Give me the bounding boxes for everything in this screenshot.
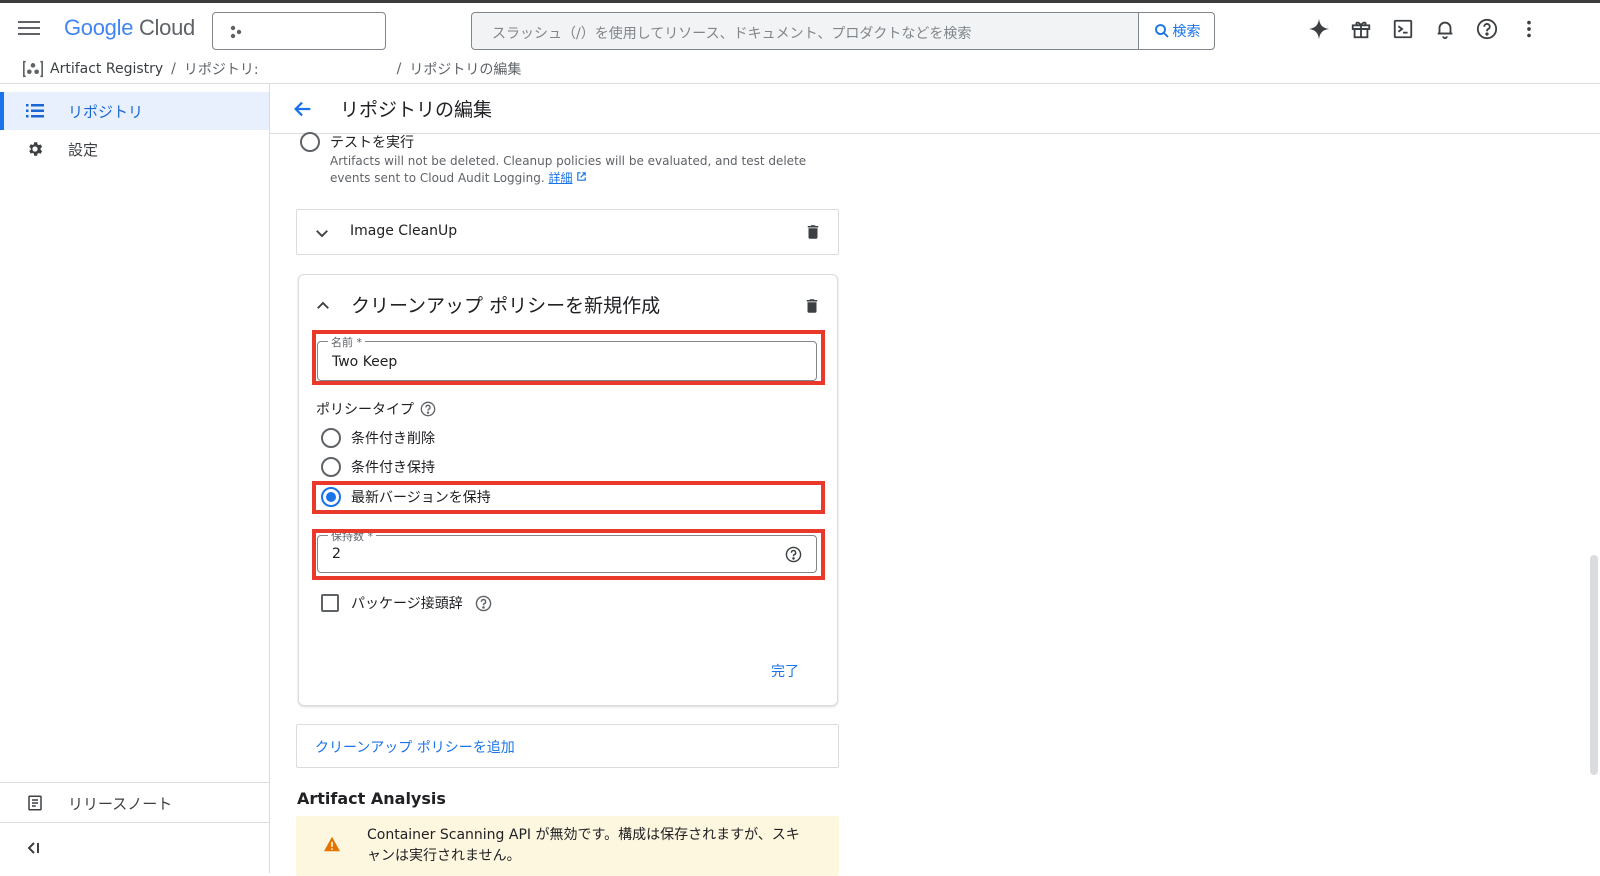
gear-icon — [26, 140, 44, 158]
highlight-name-field — [312, 330, 825, 385]
highlight-keep-latest — [312, 481, 825, 514]
page-title: リポジトリの編集 — [340, 99, 493, 121]
policy-type-heading: ポリシータイプ — [316, 399, 436, 419]
search-bar[interactable]: スラッシュ（/）を使用してリソース、ドキュメント、プロダクトなどを検索 検索 — [471, 12, 1215, 50]
policy-card-collapsed[interactable]: Image CleanUp — [296, 209, 839, 255]
learn-more-link[interactable]: 詳細 — [549, 171, 573, 185]
package-prefix-checkbox[interactable] — [321, 594, 339, 612]
google-cloud-logo[interactable]: Google Cloud — [64, 15, 195, 41]
sidebar-item-repositories[interactable]: リポジトリ — [0, 92, 269, 130]
sidebar-item-release-notes[interactable]: リリースノート — [0, 783, 269, 823]
add-cleanup-policy-label: クリーンアップ ポリシーを追加 — [315, 740, 515, 756]
sidebar-item-settings[interactable]: 設定 — [0, 130, 269, 168]
help-icon[interactable] — [475, 595, 492, 612]
help-icon[interactable] — [420, 401, 436, 417]
gift-icon[interactable] — [1349, 17, 1373, 41]
back-arrow-icon[interactable] — [292, 98, 314, 120]
project-picker[interactable] — [212, 12, 386, 50]
policy-type-option[interactable]: 条件付き保持 — [321, 457, 435, 477]
notifications-icon[interactable] — [1433, 17, 1457, 41]
sidebar-footer: リリースノート — [0, 782, 269, 823]
scrollbar[interactable] — [1590, 555, 1598, 775]
warning-banner: Container Scanning API が無効です。構成は保存されますが、… — [296, 816, 839, 876]
artifact-analysis-heading: Artifact Analysis — [297, 789, 446, 808]
conditional-delete-radio[interactable] — [321, 428, 341, 448]
dry-run-option[interactable]: テストを実行 — [300, 132, 414, 152]
project-dots-icon — [230, 25, 242, 39]
search-icon — [1154, 24, 1169, 38]
search-button[interactable]: 検索 — [1138, 13, 1214, 49]
cloud-shell-icon[interactable] — [1391, 17, 1415, 41]
package-prefix-option[interactable]: パッケージ接頭辞 — [321, 593, 492, 613]
help-icon[interactable] — [1475, 17, 1499, 41]
sidebar-item-label: 設定 — [68, 140, 99, 159]
page-header: リポジトリの編集 — [270, 84, 1600, 134]
list-icon — [26, 102, 44, 120]
warning-text-line2: ャンは実行されません。 — [367, 848, 521, 864]
dry-run-description: Artifacts will not be deleted. Cleanup p… — [330, 153, 840, 187]
warning-text-line1: Container Scanning API が無効です。構成は保存されますが、… — [367, 827, 800, 843]
option-label: 条件付き保持 — [351, 460, 435, 476]
logo-google-text: Google — [64, 15, 134, 40]
collapse-sidebar-button[interactable] — [0, 822, 269, 873]
sidebar: リポジトリ 設定 リリースノート — [0, 84, 270, 873]
top-bar: Google Cloud スラッシュ（/）を使用してリソース、ドキュメント、プロ… — [0, 0, 1600, 54]
breadcrumb-current: リポジトリの編集 — [409, 61, 522, 78]
warning-icon — [324, 836, 340, 852]
collapse-icon — [27, 842, 39, 854]
search-input[interactable]: スラッシュ（/）を使用してリソース、ドキュメント、プロダクトなどを検索 — [492, 23, 971, 43]
delete-icon[interactable] — [804, 223, 822, 241]
dry-run-radio[interactable] — [300, 132, 320, 152]
sidebar-item-label: リリースノート — [68, 794, 173, 813]
main-menu-icon[interactable] — [18, 18, 40, 36]
delete-icon[interactable] — [803, 297, 821, 315]
breadcrumb-separator: / — [396, 60, 402, 77]
breadcrumb-separator: / — [171, 60, 176, 77]
sidebar-item-label: リポジトリ — [68, 102, 144, 121]
breadcrumb: Artifact Registry / リポジトリ: / リポジトリの編集 — [0, 54, 1600, 84]
policy-name: Image CleanUp — [350, 223, 458, 239]
chevron-down-icon[interactable] — [313, 224, 331, 242]
add-cleanup-policy-button[interactable]: クリーンアップ ポリシーを追加 — [296, 724, 839, 768]
policy-type-label: ポリシータイプ — [316, 402, 414, 418]
highlight-keep-count — [312, 529, 825, 580]
search-button-label: 検索 — [1172, 24, 1201, 40]
done-button[interactable]: 完了 — [771, 661, 799, 681]
breadcrumb-artifact-registry[interactable]: Artifact Registry — [50, 61, 163, 77]
gemini-icon[interactable] — [1307, 17, 1331, 41]
conditional-keep-radio[interactable] — [321, 457, 341, 477]
external-link-icon — [577, 172, 587, 181]
logo-cloud-text: Cloud — [138, 15, 195, 40]
artifact-registry-icon — [23, 60, 43, 77]
dry-run-label: テストを実行 — [330, 135, 414, 151]
breadcrumb-repository[interactable]: リポジトリ: — [184, 59, 259, 79]
more-options-icon[interactable] — [1517, 17, 1541, 41]
release-notes-icon — [26, 794, 44, 812]
policy-type-option[interactable]: 条件付き削除 — [321, 428, 435, 448]
new-policy-title: クリーンアップ ポリシーを新規作成 — [351, 295, 661, 317]
option-label: 条件付き削除 — [351, 431, 435, 447]
chevron-up-icon[interactable] — [314, 297, 332, 315]
package-prefix-label: パッケージ接頭辞 — [351, 596, 463, 612]
